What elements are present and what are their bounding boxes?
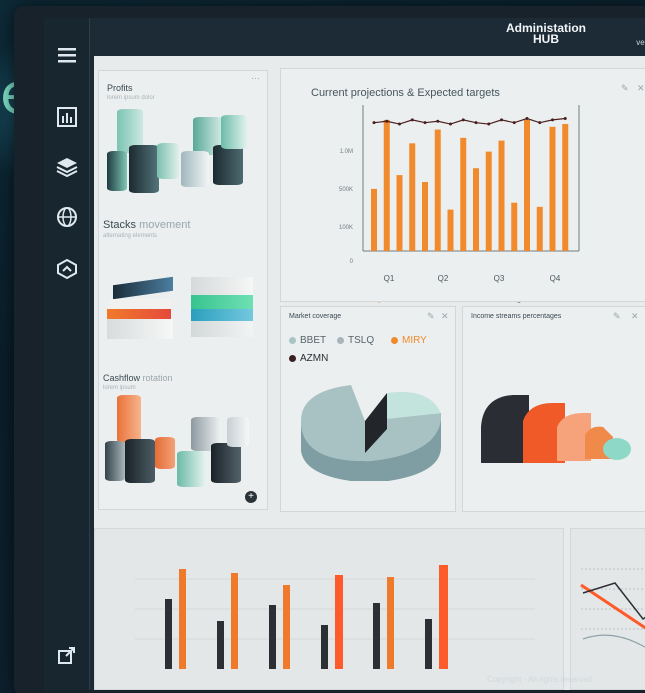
projection-bar (447, 209, 454, 251)
income-rings-illustration (481, 395, 631, 463)
legend-dot-target (517, 302, 521, 303)
target-point (423, 121, 427, 125)
close-icon[interactable]: ✕ (441, 311, 449, 322)
x-tick-label: Q1 (384, 274, 395, 283)
legend-label: MIRY (402, 335, 427, 346)
projection-bar (536, 206, 543, 251)
legend-item-azmn: AZMN (289, 353, 328, 364)
edit-icon[interactable]: ✎ (613, 311, 621, 322)
target-point (449, 122, 452, 126)
legend-label: BBET (300, 335, 327, 346)
legend-item-miry: MIRY (391, 335, 427, 346)
projection-bar (549, 126, 556, 251)
legend-dot (289, 336, 296, 344)
target-point (436, 119, 440, 123)
projection-bar (396, 175, 403, 251)
bottom-bars-panel (94, 528, 564, 690)
target-point (538, 121, 542, 125)
cashflow-title: Cashflow rotation (103, 373, 173, 383)
target-point (500, 118, 503, 122)
target-point (372, 121, 376, 125)
line-chart-illustration (580, 568, 645, 648)
projections-panel: Current projections & Expected targets ✎… (280, 68, 645, 303)
legend-label-target: Target (527, 302, 550, 303)
projection-bar (524, 119, 530, 252)
target-point (398, 122, 401, 126)
export-icon[interactable] (54, 642, 80, 668)
projection-bar (460, 137, 467, 251)
projection-bar (371, 188, 377, 251)
target-line (373, 117, 566, 125)
projection-bar (409, 143, 416, 251)
projection-bar (383, 119, 390, 252)
stacks-title: Stacks movement (103, 219, 191, 231)
layers-icon[interactable] (54, 154, 80, 180)
x-tick-label: Q2 (438, 274, 449, 283)
projection-bar (498, 140, 505, 251)
projection-bar (434, 129, 441, 251)
legend-item-tslq: TSLQ (337, 335, 374, 346)
target-point (385, 119, 389, 123)
legend-item-bbet: BBET (289, 335, 326, 346)
target-point (487, 122, 491, 126)
menu-icon[interactable] (54, 42, 80, 68)
stacks-subtitle: alternating elements (103, 233, 158, 239)
projection-bar (562, 124, 569, 251)
profits-subtitle: lorem ipsum dolor (107, 95, 155, 101)
analytics-icon[interactable] (54, 104, 80, 130)
y-tick-label: 1.0M (340, 149, 353, 155)
target-point (410, 118, 414, 122)
close-icon[interactable]: ✕ (631, 311, 639, 322)
screen: Administation HUB version Profits lorem … (44, 18, 645, 690)
legend-label: AZMN (300, 353, 329, 364)
left-column: Profits lorem ipsum dolor ··· Stacks mov… (98, 70, 268, 510)
cloud-upload-icon[interactable] (54, 256, 80, 282)
legend-dot (289, 354, 296, 362)
cashflow-subtitle: lorem ipsum (103, 385, 136, 391)
add-icon[interactable]: + (245, 491, 257, 503)
market-pie-illustration (301, 385, 442, 481)
target-point (512, 121, 516, 125)
top-bar: Administation HUB version (90, 18, 645, 56)
bottom-bars-illustration (135, 565, 535, 669)
target-point (525, 117, 529, 121)
target-point (461, 118, 465, 122)
y-tick-label: 500K (339, 187, 353, 193)
version-label: version (636, 38, 645, 47)
projection-bar (511, 202, 518, 251)
profits-title: Profits (107, 83, 133, 93)
copyright: Copyright - All rights reserved (487, 675, 592, 684)
legend-dot (391, 336, 398, 344)
income-title: Income streams percentages (471, 313, 562, 320)
projection-bar (422, 182, 428, 251)
line-chart-panel (570, 528, 645, 690)
target-point (474, 121, 478, 125)
market-panel: Market coverage ✎ ✕ BBET TSLQ MIRY AZMN (280, 306, 456, 512)
x-tick-label: Q3 (494, 274, 505, 283)
more-icon[interactable]: ··· (251, 73, 260, 83)
app-title: Administation HUB (506, 21, 586, 46)
sidebar (44, 18, 90, 690)
income-panel: Income streams percentages ✎ ✕ (462, 306, 645, 512)
projection-bar (473, 168, 479, 251)
legend-label-current: Current projections (387, 302, 455, 303)
monitor-frame: Administation HUB version Profits lorem … (14, 6, 645, 693)
edit-icon[interactable]: ✎ (427, 311, 435, 322)
globe-icon[interactable] (54, 204, 80, 230)
y-tick-label: 0 (350, 259, 354, 265)
y-tick-label: 100K (339, 225, 353, 231)
target-point (551, 118, 554, 122)
legend-label: TSLQ (348, 335, 375, 346)
projection-bar (485, 151, 492, 251)
projections-chart: 1.0M 500K 100K 0 Q1 Q2 Q3 Q4 Current projections… (339, 105, 580, 303)
main-content: Profits lorem ipsum dolor ··· Stacks mov… (94, 56, 645, 690)
market-title: Market coverage (289, 313, 342, 320)
legend-dot (337, 336, 344, 344)
target-point (563, 117, 567, 121)
legend-dot-current (377, 302, 381, 303)
x-tick-label: Q4 (550, 274, 561, 283)
